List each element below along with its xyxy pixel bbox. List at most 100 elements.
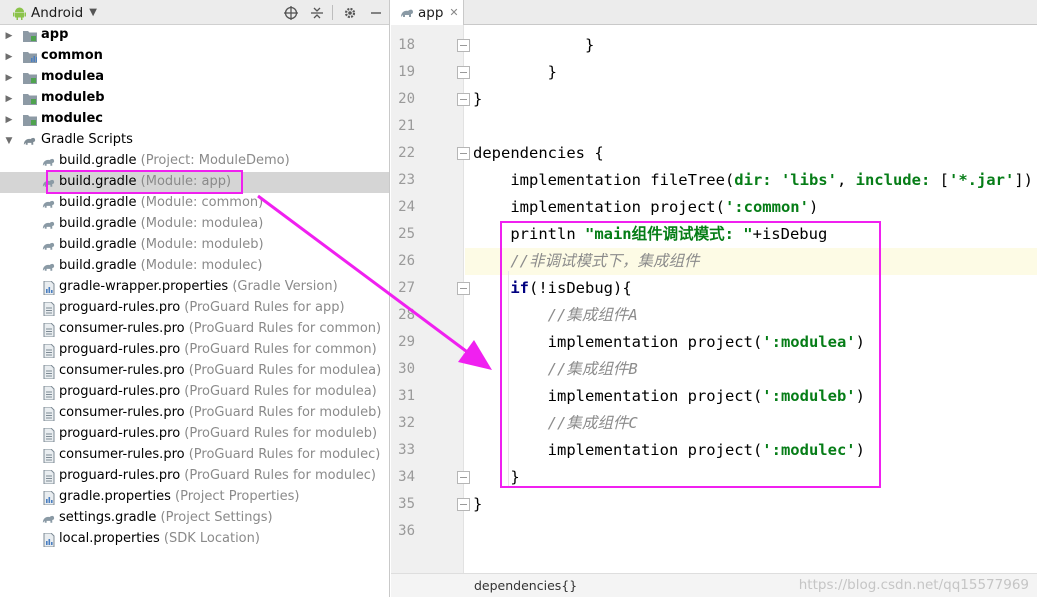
- tree-item-name: proguard-rules.pro: [59, 426, 181, 441]
- code-token: include:: [855, 171, 940, 189]
- project-view-selector[interactable]: Android ▼: [12, 3, 97, 22]
- code-token: dir:: [734, 171, 781, 189]
- expand-arrow-right-icon[interactable]: ▶: [4, 52, 14, 62]
- gradle-file-icon: [41, 260, 56, 274]
- locate-target-icon[interactable]: [281, 3, 300, 22]
- tree-item-label: gradle-wrapper.properties (Gradle Versio…: [59, 279, 338, 294]
- tab-label: app: [418, 4, 444, 21]
- tree-item[interactable]: proguard-rules.pro (ProGuard Rules for a…: [0, 298, 389, 319]
- breadcrumb-bar: dependencies{} https://blog.csdn.net/qq1…: [391, 573, 1037, 597]
- line-number: 29: [398, 334, 415, 350]
- watermark-text: https://blog.csdn.net/qq15577969: [798, 577, 1029, 593]
- expand-arrow-right-icon[interactable]: ▶: [4, 31, 14, 41]
- tree-item[interactable]: ▼ Gradle Scripts: [0, 130, 389, 151]
- tree-item[interactable]: consumer-rules.pro (ProGuard Rules for m…: [0, 445, 389, 466]
- line-number: 22: [398, 145, 415, 161]
- tree-item[interactable]: proguard-rules.pro (ProGuard Rules for m…: [0, 424, 389, 445]
- tree-item-name: consumer-rules.pro: [59, 321, 185, 336]
- tree-item-hint: (Project Settings): [156, 510, 273, 525]
- expand-arrow-right-icon[interactable]: ▶: [4, 115, 14, 125]
- tree-item[interactable]: settings.gradle (Project Settings): [0, 508, 389, 529]
- line-number: 28: [398, 307, 415, 323]
- expand-arrow-down-icon[interactable]: ▼: [4, 136, 14, 146]
- line-number: 26: [398, 253, 415, 269]
- tree-item-hint: (Module: common): [136, 195, 264, 210]
- properties-file-icon: [41, 533, 56, 547]
- code-token: implementation fileTree(: [473, 171, 735, 189]
- tree-item-name: proguard-rules.pro: [59, 342, 181, 357]
- code-line[interactable]: }: [465, 32, 1037, 59]
- tree-item[interactable]: proguard-rules.pro (ProGuard Rules for m…: [0, 466, 389, 487]
- breadcrumb[interactable]: dependencies{}: [474, 578, 577, 593]
- tree-item[interactable]: build.gradle (Module: common): [0, 193, 389, 214]
- expand-arrow-right-icon[interactable]: ▶: [4, 73, 14, 83]
- tree-item[interactable]: consumer-rules.pro (ProGuard Rules for c…: [0, 319, 389, 340]
- code-token: }: [473, 63, 557, 81]
- file-file-icon: [41, 449, 56, 463]
- code-line[interactable]: }: [465, 86, 1037, 113]
- tree-item-hint: (ProGuard Rules for modulea): [180, 384, 377, 399]
- tree-item[interactable]: ▶ app: [0, 25, 389, 46]
- tree-item[interactable]: proguard-rules.pro (ProGuard Rules for m…: [0, 382, 389, 403]
- tree-item-label: local.properties (SDK Location): [59, 531, 260, 546]
- line-number: 20: [398, 91, 415, 107]
- tree-item[interactable]: ▶ moduleb: [0, 88, 389, 109]
- line-number: 23: [398, 172, 415, 188]
- tree-item[interactable]: ▶ common: [0, 46, 389, 67]
- tree-item[interactable]: local.properties (SDK Location): [0, 529, 389, 550]
- tab-app[interactable]: app ✕: [391, 0, 464, 25]
- line-number: 24: [398, 199, 415, 215]
- line-number: 32: [398, 415, 415, 431]
- tree-item[interactable]: build.gradle (Module: moduleb): [0, 235, 389, 256]
- tree-item-label: modulec: [41, 111, 103, 126]
- code-line[interactable]: implementation project(':common'): [465, 194, 1037, 221]
- line-number: 19: [398, 64, 415, 80]
- code-line[interactable]: }: [465, 59, 1037, 86]
- minimize-icon[interactable]: [366, 3, 385, 22]
- code-token: '*.jar': [948, 171, 1015, 189]
- code-line[interactable]: [465, 518, 1037, 545]
- tree-item[interactable]: build.gradle (Module: modulea): [0, 214, 389, 235]
- gradle-file-icon: [41, 239, 56, 253]
- tree-item[interactable]: consumer-rules.pro (ProGuard Rules for m…: [0, 361, 389, 382]
- tree-item[interactable]: proguard-rules.pro (ProGuard Rules for c…: [0, 340, 389, 361]
- tree-item[interactable]: gradle-wrapper.properties (Gradle Versio…: [0, 277, 389, 298]
- project-view-label: Android: [31, 4, 84, 21]
- tree-item-name: settings.gradle: [59, 510, 157, 525]
- tree-item-label: Gradle Scripts: [41, 132, 133, 147]
- tree-item-name: moduleb: [41, 90, 105, 105]
- code-token: }: [473, 36, 595, 54]
- tree-item[interactable]: build.gradle (Project: ModuleDemo): [0, 151, 389, 172]
- tree-item-label: consumer-rules.pro (ProGuard Rules for m…: [59, 447, 380, 462]
- code-token: ]): [1014, 171, 1033, 189]
- code-token: ,: [836, 171, 856, 189]
- tree-item[interactable]: ▶ modulea: [0, 67, 389, 88]
- tree-item-name: proguard-rules.pro: [59, 468, 181, 483]
- tree-item[interactable]: build.gradle (Module: modulec): [0, 256, 389, 277]
- line-number: 36: [398, 523, 415, 539]
- tree-item-label: modulea: [41, 69, 104, 84]
- tree-item-name: consumer-rules.pro: [59, 447, 185, 462]
- close-icon[interactable]: ✕: [449, 6, 458, 19]
- code-line[interactable]: dependencies {: [465, 140, 1037, 167]
- file-file-icon: [41, 365, 56, 379]
- tree-item-label: moduleb: [41, 90, 105, 105]
- tree-item-name: modulea: [41, 69, 105, 84]
- editor-tab-bar: app ✕: [391, 0, 1037, 25]
- android-icon: [13, 7, 26, 20]
- code-line[interactable]: implementation fileTree(dir: 'libs', inc…: [465, 167, 1037, 194]
- tree-item[interactable]: ▶ modulec: [0, 109, 389, 130]
- properties-file-icon: [41, 491, 56, 505]
- tree-item-label: gradle.properties (Project Properties): [59, 489, 300, 504]
- code-line[interactable]: }: [465, 491, 1037, 518]
- gradle-scripts-file-icon: [22, 134, 37, 148]
- tree-item-name: proguard-rules.pro: [59, 384, 181, 399]
- tree-item-label: build.gradle (Module: modulec): [59, 258, 262, 273]
- expand-arrow-right-icon[interactable]: ▶: [4, 94, 14, 104]
- collapse-all-icon[interactable]: [307, 3, 326, 22]
- tree-item[interactable]: consumer-rules.pro (ProGuard Rules for m…: [0, 403, 389, 424]
- code-line[interactable]: [465, 113, 1037, 140]
- tree-item[interactable]: gradle.properties (Project Properties): [0, 487, 389, 508]
- gear-icon[interactable]: [340, 3, 359, 22]
- tree-item-name: local.properties: [59, 531, 160, 546]
